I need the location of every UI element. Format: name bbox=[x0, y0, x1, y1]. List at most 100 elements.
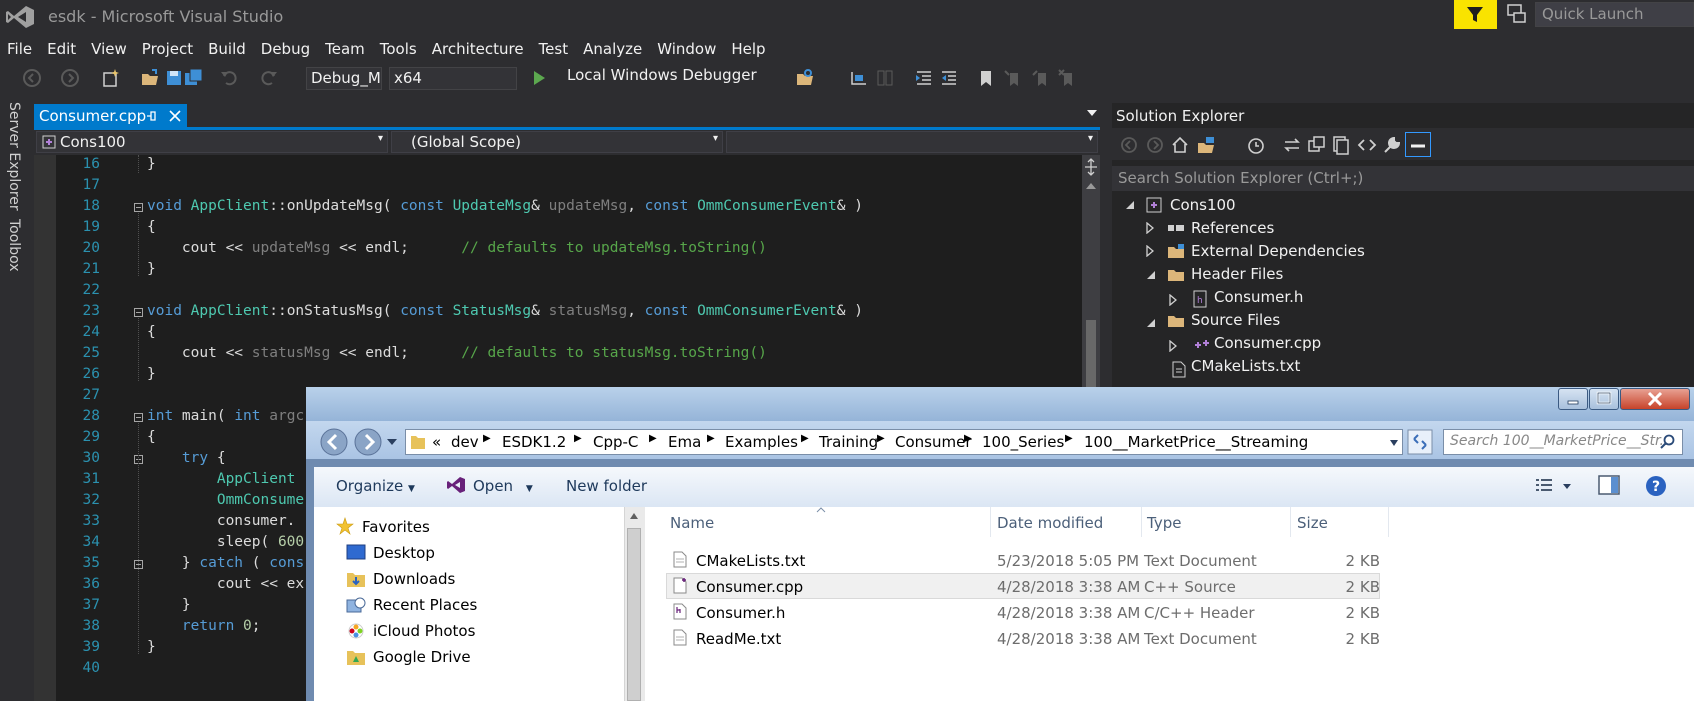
navigate-back-icon[interactable] bbox=[22, 68, 42, 88]
help-icon[interactable]: ? bbox=[1645, 475, 1667, 497]
new-folder-button[interactable]: New folder bbox=[566, 477, 647, 495]
menu-project[interactable]: Project bbox=[135, 36, 201, 62]
breadcrumb-consumer[interactable]: Consumer bbox=[895, 433, 972, 451]
breadcrumb-separator-icon[interactable]: ▶ bbox=[877, 433, 885, 444]
navigation-scroll-thumb[interactable] bbox=[627, 528, 641, 701]
breadcrumb-dev[interactable]: dev bbox=[451, 433, 479, 451]
tree-node-project[interactable]: Cons100 bbox=[1170, 196, 1236, 214]
forward-icon[interactable] bbox=[1146, 136, 1164, 154]
collapse-region-icon[interactable] bbox=[134, 413, 143, 422]
menu-team[interactable]: Team bbox=[318, 36, 373, 62]
breadcrumb-current-folder[interactable]: 100__MarketPrice__Streaming bbox=[1084, 433, 1308, 451]
expanded-arrow-icon[interactable] bbox=[1125, 200, 1135, 210]
undo-icon[interactable] bbox=[219, 68, 239, 88]
menu-debug[interactable]: Debug bbox=[254, 36, 318, 62]
recent-pages-dropdown-icon[interactable] bbox=[386, 437, 398, 447]
column-header-name[interactable]: Name bbox=[670, 514, 714, 532]
indent-icon[interactable] bbox=[939, 68, 959, 88]
scroll-up-arrow-icon[interactable] bbox=[629, 512, 639, 520]
tab-consumer-cpp[interactable]: Consumer.cpp bbox=[34, 104, 187, 128]
tree-node-consumer-h[interactable]: Consumer.h bbox=[1214, 288, 1303, 306]
maximize-button[interactable] bbox=[1589, 388, 1619, 410]
project-dropdown[interactable]: Cons100 ▾ bbox=[36, 131, 388, 153]
view-code-icon[interactable] bbox=[1357, 135, 1377, 155]
column-divider[interactable] bbox=[1141, 507, 1142, 537]
collapsed-arrow-icon[interactable] bbox=[1169, 294, 1177, 306]
tree-node-consumer-cpp[interactable]: Consumer.cpp bbox=[1214, 334, 1321, 352]
solution-explorer-search-input[interactable]: Search Solution Explorer (Ctrl+;) bbox=[1112, 166, 1694, 191]
switch-views-icon[interactable] bbox=[1196, 135, 1216, 155]
column-divider[interactable] bbox=[1388, 507, 1389, 537]
properties-wrench-icon[interactable] bbox=[1382, 135, 1402, 155]
address-dropdown-icon[interactable] bbox=[1389, 439, 1399, 447]
address-bar[interactable]: « dev ▶ ESDK1.2 ▶ Cpp-C ▶ Ema ▶ Examples… bbox=[405, 429, 1403, 455]
collapsed-arrow-icon[interactable] bbox=[1169, 340, 1177, 352]
close-window-button[interactable] bbox=[1620, 388, 1690, 410]
open-file-icon[interactable] bbox=[140, 68, 160, 88]
breadcrumb-separator-icon[interactable]: ▶ bbox=[574, 433, 582, 444]
breadcrumb-separator-icon[interactable]: ▶ bbox=[649, 433, 657, 444]
menu-file[interactable]: File bbox=[0, 36, 40, 62]
tree-node-cmakelists[interactable]: CMakeLists.txt bbox=[1191, 357, 1300, 375]
member-dropdown[interactable]: ▾ bbox=[726, 131, 1098, 153]
scope-dropdown[interactable]: (Global Scope) ▾ bbox=[391, 131, 723, 153]
feedback-icon[interactable] bbox=[1505, 2, 1529, 26]
breadcrumb-cpp-c[interactable]: Cpp-C bbox=[593, 433, 638, 451]
breadcrumb-separator-icon[interactable]: ▶ bbox=[1065, 433, 1073, 444]
navigate-forward-icon[interactable] bbox=[60, 68, 80, 88]
collapsed-arrow-icon[interactable] bbox=[1146, 222, 1154, 234]
search-icon[interactable] bbox=[1660, 434, 1676, 450]
next-bookmark-icon[interactable] bbox=[1031, 68, 1051, 88]
breadcrumb-training[interactable]: Training bbox=[819, 433, 878, 451]
pin-icon[interactable] bbox=[146, 110, 158, 122]
preview-pane-icon[interactable] bbox=[1598, 475, 1620, 495]
forward-arrow-icon[interactable] bbox=[353, 427, 383, 457]
nav-recent-places[interactable]: Recent Places bbox=[373, 596, 477, 614]
find-in-files-icon[interactable] bbox=[795, 68, 815, 88]
refresh-icon[interactable] bbox=[1407, 429, 1433, 455]
show-all-files-icon[interactable] bbox=[1331, 135, 1351, 155]
expanded-arrow-icon[interactable] bbox=[1146, 270, 1156, 280]
collapse-all-icon[interactable] bbox=[1307, 135, 1327, 155]
compare-icon[interactable] bbox=[875, 68, 895, 88]
column-divider[interactable] bbox=[990, 507, 991, 537]
previous-bookmark-icon[interactable] bbox=[1003, 68, 1023, 88]
minimize-button[interactable] bbox=[1558, 388, 1588, 410]
column-header-date-modified[interactable]: Date modified bbox=[997, 514, 1103, 532]
bookmark-icon[interactable] bbox=[976, 68, 996, 88]
open-button[interactable]: Open ▼ bbox=[473, 477, 533, 495]
collapse-region-icon[interactable] bbox=[134, 308, 143, 317]
view-options-icon[interactable] bbox=[1535, 478, 1553, 492]
breadcrumb-esdk[interactable]: ESDK1.2 bbox=[502, 433, 566, 451]
new-project-icon[interactable] bbox=[101, 68, 121, 88]
breadcrumb-separator-icon[interactable]: ▶ bbox=[707, 433, 715, 444]
back-arrow-icon[interactable] bbox=[319, 427, 349, 457]
menu-tools[interactable]: Tools bbox=[373, 36, 425, 62]
home-icon[interactable] bbox=[1170, 135, 1190, 155]
expanded-arrow-icon[interactable] bbox=[1146, 318, 1156, 328]
solution-platform-select[interactable]: x64 bbox=[389, 67, 517, 90]
step-into-icon[interactable] bbox=[849, 68, 869, 88]
menu-architecture[interactable]: Architecture bbox=[425, 36, 532, 62]
chevron-down-icon[interactable] bbox=[1562, 483, 1572, 490]
tab-overflow-dropdown-icon[interactable] bbox=[1086, 108, 1098, 118]
quick-launch-input[interactable]: Quick Launch bbox=[1535, 2, 1694, 27]
menu-view[interactable]: View bbox=[84, 36, 135, 62]
breadcrumb-ema[interactable]: Ema bbox=[668, 433, 701, 451]
menu-window[interactable]: Window bbox=[650, 36, 724, 62]
save-all-icon[interactable] bbox=[184, 68, 204, 88]
back-icon[interactable] bbox=[1120, 136, 1138, 154]
menu-test[interactable]: Test bbox=[532, 36, 577, 62]
save-icon[interactable] bbox=[164, 68, 184, 88]
sync-with-active-document-icon[interactable] bbox=[1282, 135, 1302, 155]
scroll-up-arrow-icon[interactable] bbox=[1085, 182, 1097, 190]
collapse-region-icon[interactable] bbox=[134, 203, 143, 212]
preview-selected-items-button[interactable] bbox=[1405, 132, 1431, 157]
breadcrumb-separator-icon[interactable]: ▶ bbox=[483, 433, 491, 444]
tree-node-external-dependencies[interactable]: External Dependencies bbox=[1191, 242, 1365, 260]
toolbox-tab[interactable]: Toolbox bbox=[6, 219, 22, 272]
clear-bookmarks-icon[interactable] bbox=[1057, 68, 1077, 88]
breadcrumb-examples[interactable]: Examples bbox=[725, 433, 798, 451]
column-divider[interactable] bbox=[1290, 507, 1291, 537]
folder-search-input[interactable]: Search 100__MarketPrice__Str... bbox=[1443, 429, 1683, 455]
